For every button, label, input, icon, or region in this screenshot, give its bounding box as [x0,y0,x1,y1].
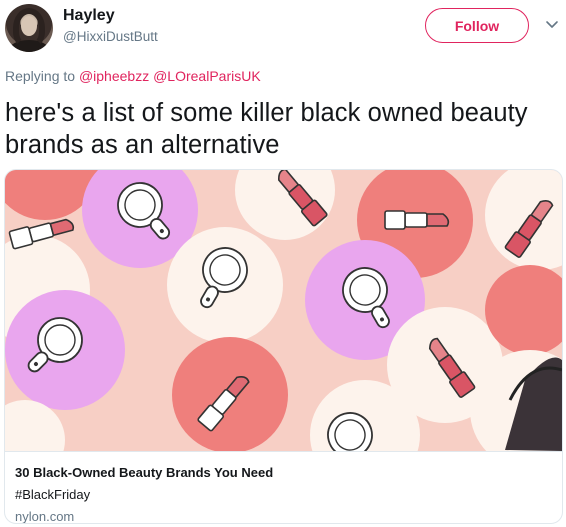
card-title[interactable]: 30 Black-Owned Beauty Brands You Need [15,465,273,480]
user-name[interactable]: Hayley [63,7,115,25]
card-domain: nylon.com [15,509,75,524]
replying-to: Replying to @ipheebzz @LOrealParisUK [5,68,261,84]
card-image[interactable] [5,170,562,451]
replying-to-label: Replying to [5,68,76,84]
chevron-down-icon[interactable] [544,16,560,32]
avatar[interactable] [5,4,53,52]
link-card[interactable]: 30 Black-Owned Beauty Brands You Need #B… [4,169,563,524]
mention-link[interactable]: @LOrealParisUK [153,68,261,84]
follow-button[interactable]: Follow [425,8,529,43]
card-text[interactable]: 30 Black-Owned Beauty Brands You Need #B… [5,451,562,524]
card-description: #BlackFriday [15,487,91,502]
user-handle[interactable]: @HixxiDustButt [63,29,158,44]
tweet-text: here's a list of some killer black owned… [5,99,528,159]
mention-link[interactable]: @ipheebzz [79,68,149,84]
